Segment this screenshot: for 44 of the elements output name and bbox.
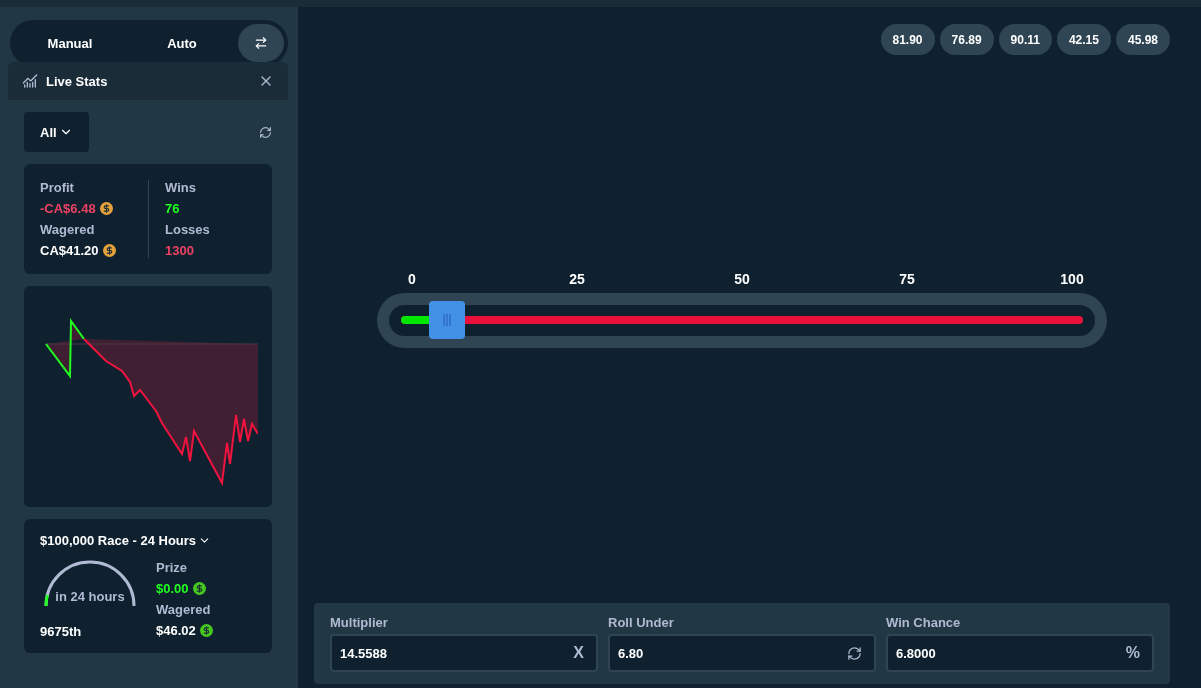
- tick-label: 50: [733, 270, 751, 287]
- tick-label: 25: [568, 270, 586, 287]
- tick-label: 75: [898, 270, 916, 287]
- stat-value: $0.00: [156, 581, 189, 596]
- stat-value: CA$41.20: [40, 243, 99, 258]
- swap-button[interactable]: [238, 24, 284, 62]
- field-suffix: %: [1125, 644, 1140, 662]
- result-pill: 45.98: [1115, 24, 1170, 55]
- gauge-label: in 24 hours: [54, 589, 126, 604]
- refresh-icon[interactable]: [847, 645, 862, 661]
- slider-thumb[interactable]: [429, 301, 466, 339]
- stat-value: 1300: [165, 243, 194, 258]
- tick-label: 100: [1059, 270, 1085, 287]
- refresh-icon[interactable]: [259, 125, 272, 139]
- result-pill: 90.11: [998, 24, 1052, 55]
- stat-value: -CA$6.48: [40, 201, 96, 216]
- input-field[interactable]: 6.8000 %: [886, 634, 1154, 672]
- swap-arrows-icon: [254, 36, 268, 50]
- stat-label: Wagered: [40, 222, 96, 237]
- filter-dropdown[interactable]: All: [24, 112, 89, 152]
- race-dropdown[interactable]: $100,000 Race - 24 Hours: [40, 533, 256, 548]
- input-field[interactable]: 14.5588 X: [330, 634, 598, 672]
- result-pill: 81.90: [880, 24, 935, 55]
- chart-icon: [22, 73, 38, 89]
- mode-tab[interactable]: Manual: [14, 24, 126, 62]
- mode-tab[interactable]: Auto: [126, 24, 238, 62]
- field-label: Roll Under: [608, 615, 675, 630]
- race-rank: 9675th: [40, 624, 83, 639]
- tick-label: 0: [407, 270, 417, 287]
- input-field[interactable]: 6.80: [608, 634, 876, 672]
- stat-label: Wins: [165, 180, 197, 195]
- panel-title: Live Stats: [46, 73, 109, 89]
- field-label: Win Chance: [886, 615, 962, 630]
- field-suffix: X: [573, 644, 584, 662]
- stat-label: Losses: [165, 222, 211, 237]
- stat-value: $46.02: [156, 623, 196, 638]
- slider-track[interactable]: [401, 316, 1083, 324]
- stat-value: 76: [165, 201, 180, 216]
- field-label: Multiplier: [330, 615, 389, 630]
- stat-label: Wagered: [156, 602, 212, 617]
- stat-label: Prize: [156, 560, 189, 575]
- result-pill: 42.15: [1056, 24, 1111, 55]
- result-pill: 76.89: [939, 24, 994, 55]
- stat-label: Profit: [40, 180, 75, 195]
